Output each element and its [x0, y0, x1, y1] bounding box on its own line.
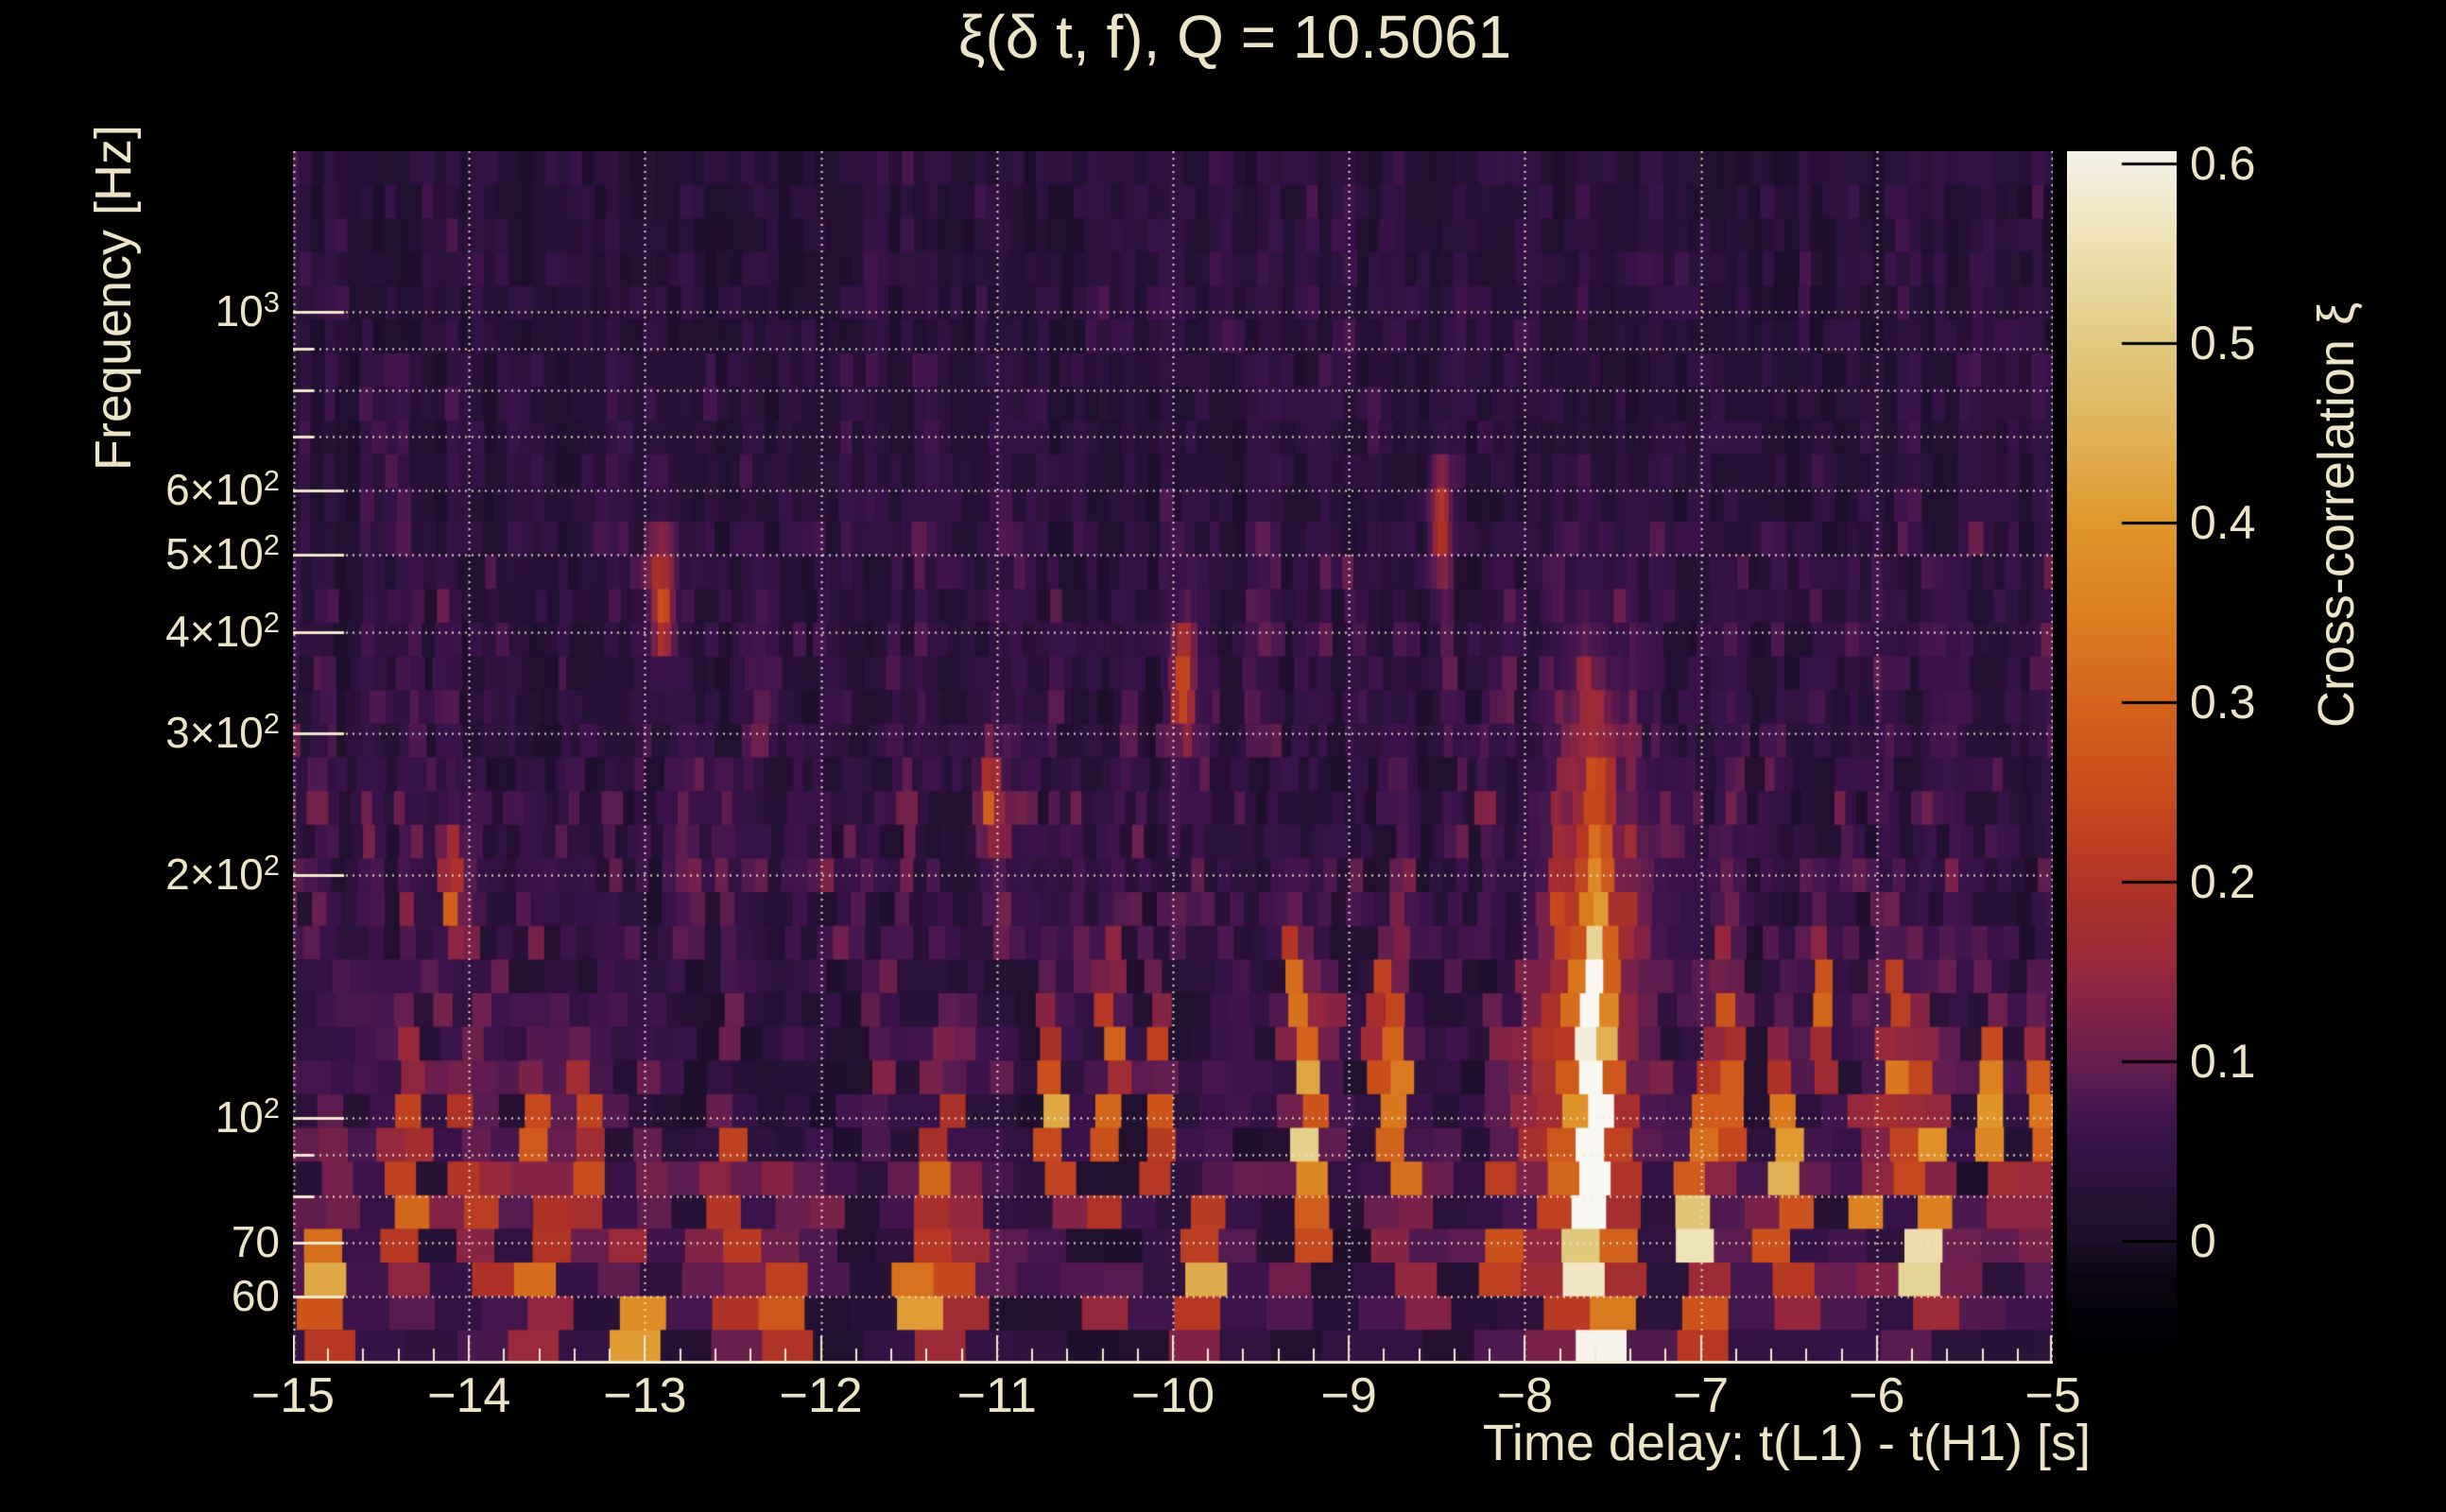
y-tick-label: 2×102	[165, 849, 280, 900]
x-tick-label: −10	[1130, 1368, 1215, 1423]
x-tick-label: −6	[1849, 1368, 1905, 1423]
x-tick-label: −9	[1320, 1368, 1377, 1423]
y-tick-label: 4×102	[165, 606, 280, 657]
colorbar-tick-label: 0.4	[2190, 496, 2256, 550]
y-tick-label: 5×102	[165, 527, 280, 578]
colorbar-tick-label: 0.1	[2190, 1035, 2256, 1089]
colorbar-tick-label: 0.2	[2190, 855, 2256, 909]
colorbar-label: Cross-correlation ξ	[2308, 301, 2365, 729]
y-tick-label: 3×102	[165, 707, 280, 758]
x-tick-label: −14	[427, 1368, 511, 1423]
chart-title: ξ(δ t, f), Q = 10.5061	[957, 3, 1512, 71]
y-tick-label: 60	[231, 1271, 280, 1321]
y-tick-label: 102	[215, 1091, 280, 1143]
x-tick-label: −7	[1672, 1368, 1730, 1423]
colorbar-canvas	[2067, 151, 2177, 1358]
x-tick-label: −8	[1496, 1368, 1554, 1423]
x-axis-label: Time delay: t(L1) - t(H1) [s]	[1482, 1415, 2091, 1471]
x-tick-label: −5	[2024, 1368, 2081, 1423]
figure: ξ(δ t, f), Q = 10.5061 Frequency [Hz] Ti…	[0, 0, 2446, 1512]
colorbar-tick-label: 0.6	[2190, 137, 2256, 191]
x-tick-label: −13	[603, 1368, 687, 1423]
y-tick-label: 70	[231, 1217, 280, 1267]
y-tick-label: 103	[215, 284, 280, 335]
colorbar-tick-label: 0.5	[2190, 317, 2256, 370]
x-tick-label: −15	[250, 1368, 336, 1423]
colorbar-tick-label: 0	[2190, 1214, 2216, 1268]
y-tick-label: 6×102	[165, 464, 280, 515]
x-tick-label: −11	[956, 1368, 1037, 1423]
x-tick-label: −12	[779, 1368, 863, 1423]
colorbar-tick-label: 0.3	[2190, 676, 2256, 730]
heatmap-canvas	[293, 151, 2053, 1364]
